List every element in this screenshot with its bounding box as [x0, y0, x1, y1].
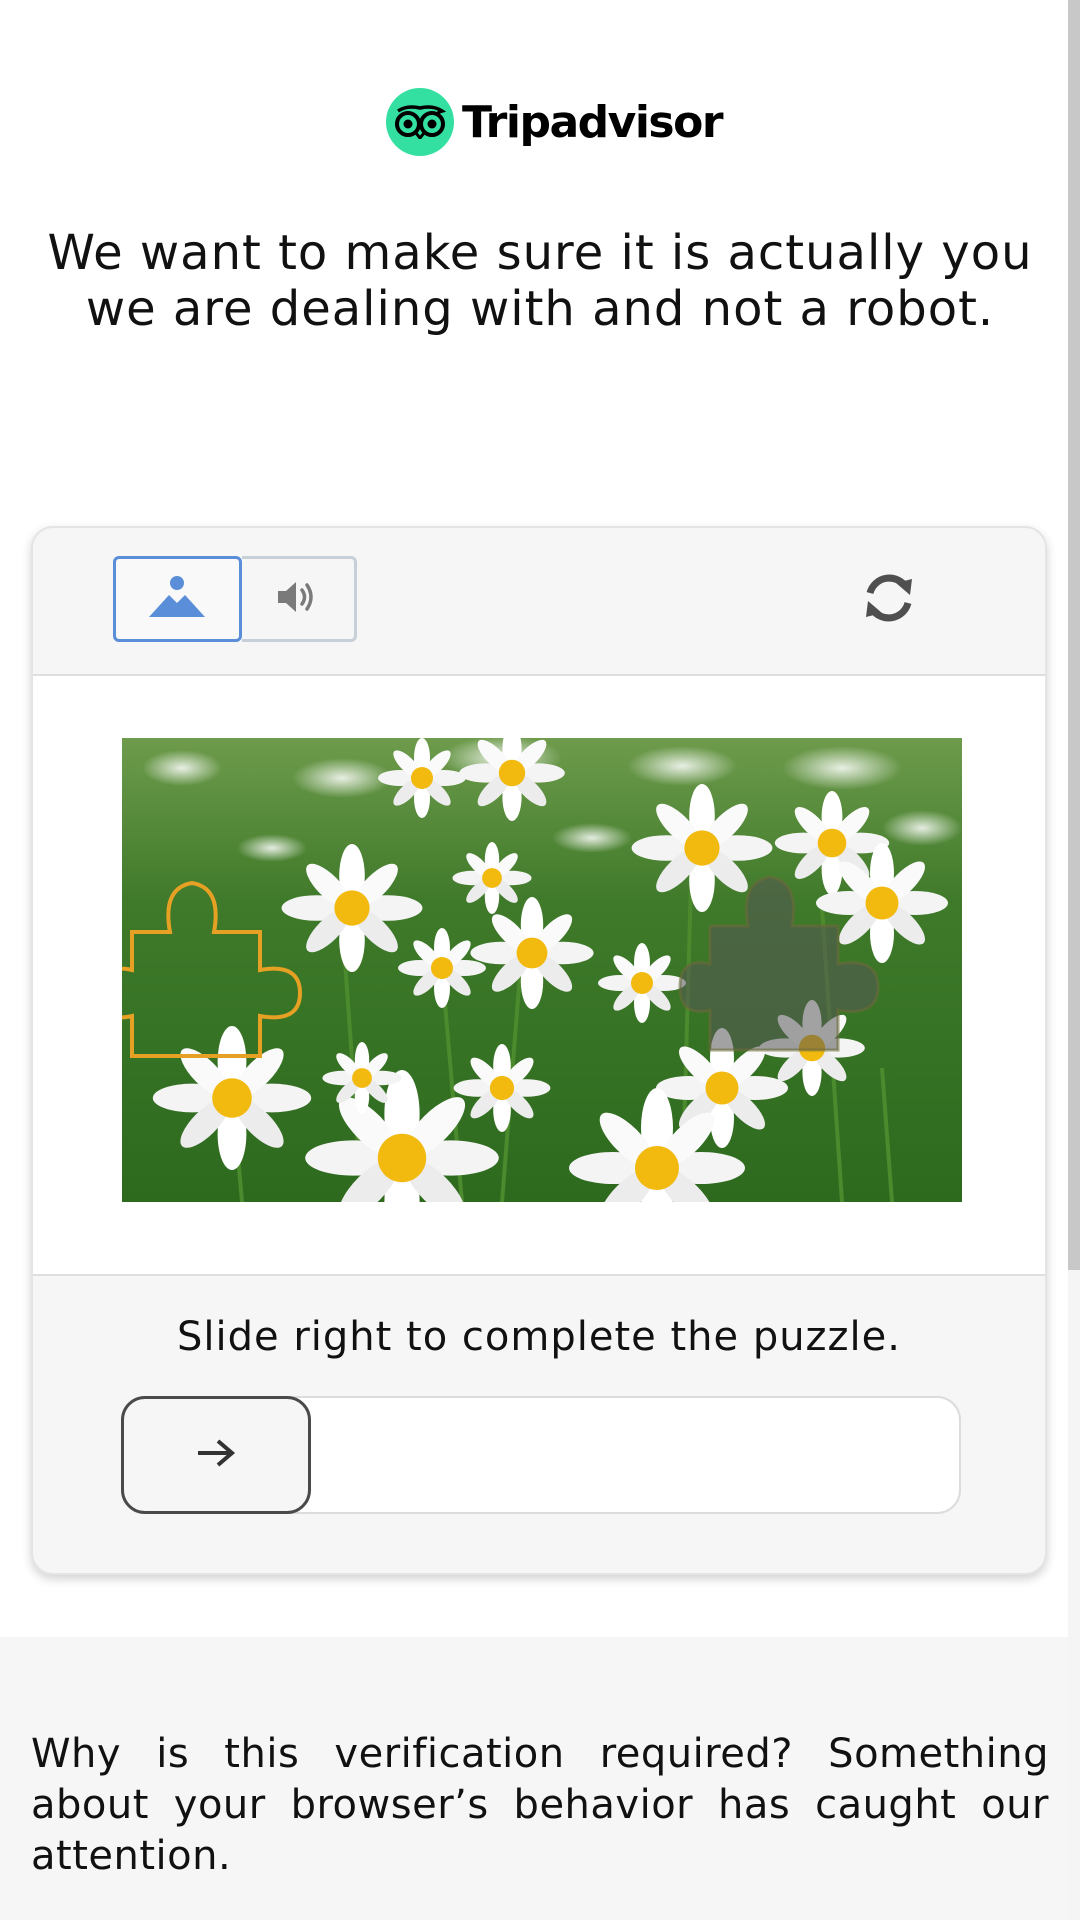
owl-logo-icon	[386, 88, 454, 156]
brand-name: Tripadvisor	[462, 96, 724, 148]
image-mode-button[interactable]	[113, 556, 242, 642]
refresh-icon	[860, 569, 918, 631]
scrollbar[interactable]	[1068, 0, 1080, 1920]
audio-mode-button[interactable]	[241, 556, 357, 642]
scrollbar-thumb[interactable]	[1068, 0, 1080, 1270]
speaker-icon	[274, 577, 322, 621]
captcha-footer: Slide right to complete the puzzle.	[33, 1276, 1045, 1573]
captcha-mode-toggle	[113, 556, 357, 642]
captcha-card: Slide right to complete the puzzle.	[31, 526, 1047, 1575]
slider-instruction: Slide right to complete the puzzle.	[177, 1314, 901, 1360]
captcha-header	[33, 528, 1045, 676]
image-icon	[147, 573, 207, 625]
slider-track[interactable]	[121, 1396, 961, 1514]
page: Tripadvisor We want to make sure it is a…	[0, 0, 1080, 1920]
tripadvisor-logo: Tripadvisor	[386, 88, 724, 156]
slider-handle[interactable]	[121, 1396, 311, 1514]
arrow-right-icon	[194, 1437, 238, 1473]
verification-reason-section: Why is this verification required? Somet…	[0, 1637, 1068, 1920]
captcha-body	[33, 676, 1045, 1276]
puzzle-image	[122, 738, 962, 1202]
refresh-button[interactable]	[857, 568, 921, 632]
page-headline: We want to make sure it is actually you …	[47, 225, 1033, 337]
verification-reason-text: Why is this verification required? Somet…	[31, 1731, 1049, 1879]
